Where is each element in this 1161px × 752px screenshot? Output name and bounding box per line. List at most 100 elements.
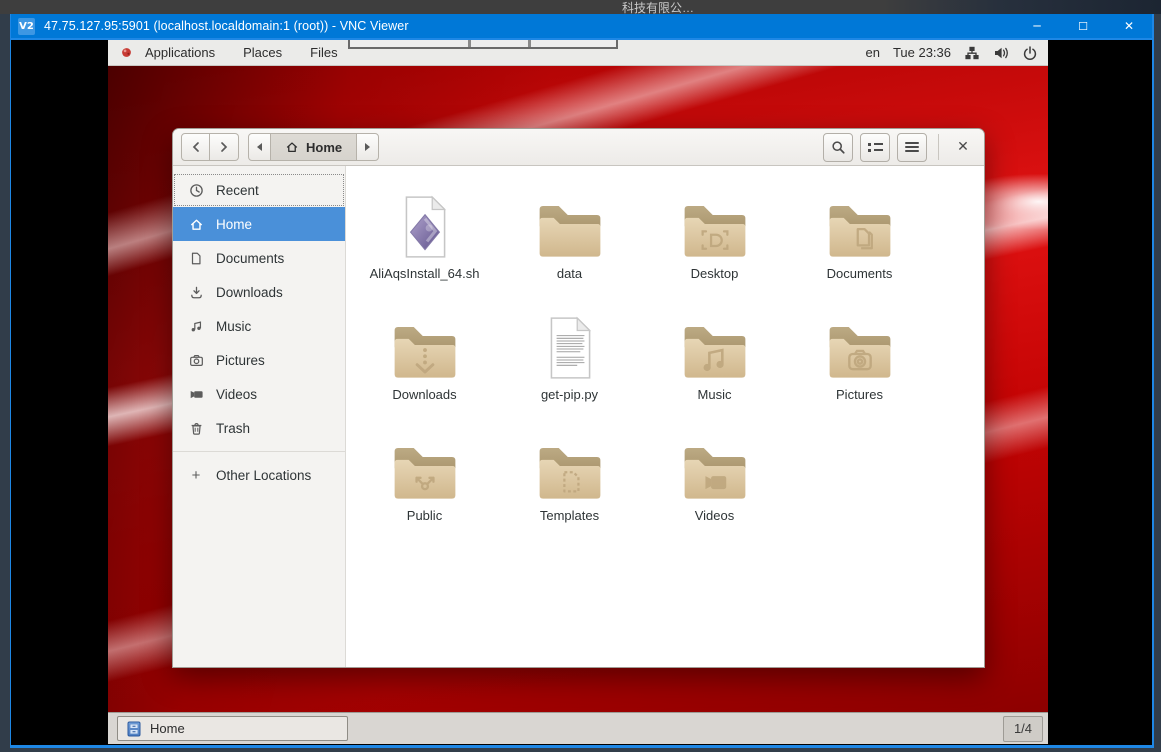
vnc-window-controls: ─ ☐ ✕ [1014, 14, 1152, 38]
sidebar-item-videos[interactable]: Videos [173, 377, 345, 411]
plus-icon: + [188, 467, 204, 483]
location-button-home[interactable]: Home [271, 133, 356, 161]
file-name: get-pip.py [541, 387, 598, 402]
desktop-wallpaper: Home [108, 66, 1048, 712]
maximize-button[interactable]: ☐ [1060, 14, 1106, 38]
triangle-right-icon [365, 143, 370, 151]
sidebar-item-recent[interactable]: Recent [173, 173, 345, 207]
history-nav [181, 133, 239, 161]
folder-documents-icon [824, 188, 896, 260]
back-button[interactable] [181, 133, 210, 161]
file-item-folder-templates[interactable]: Templates [497, 430, 642, 551]
file-item-folder-music[interactable]: Music [642, 309, 787, 430]
input-language-indicator[interactable]: en [865, 45, 879, 60]
file-item-shell-script[interactable]: AliAqsInstall_64.sh [352, 188, 497, 309]
minimize-button[interactable]: ─ [1014, 14, 1060, 38]
sidebar-item-label: Videos [216, 387, 257, 402]
hamburger-icon [905, 142, 919, 152]
remote-screen: Applications Places Files en Tue 23:36 [108, 40, 1048, 745]
folder-templates-icon [534, 430, 606, 502]
folder-downloads-icon [389, 309, 461, 381]
file-name: Music [698, 387, 732, 402]
video-icon [188, 386, 204, 402]
shell-script-icon [398, 188, 452, 260]
document-icon [188, 250, 204, 266]
folder-icon [534, 188, 606, 260]
volume-icon[interactable] [993, 45, 1009, 61]
file-item-folder[interactable]: data [497, 188, 642, 309]
folder-music-icon [679, 309, 751, 381]
path-scroll-left-button[interactable] [248, 133, 271, 161]
sidebar-item-pictures[interactable]: Pictures [173, 343, 345, 377]
folder-pictures-icon [824, 309, 896, 381]
background-window-titlebar: 科技有限公… [0, 0, 1161, 14]
window-list-taskbar: Home 1/4 [108, 712, 1048, 744]
sidebar-item-label: Documents [216, 251, 284, 266]
sidebar-item-label: Home [216, 217, 252, 232]
search-button[interactable] [823, 133, 853, 162]
trash-icon [188, 420, 204, 436]
file-item-folder-desktop[interactable]: Desktop [642, 188, 787, 309]
vnc-client-area: Applications Places Files en Tue 23:36 [11, 38, 1152, 745]
sidebar-item-label: Trash [216, 421, 250, 436]
view-toggle-button[interactable] [860, 133, 890, 162]
taskbar-button-label: Home [150, 721, 185, 736]
folder-videos-icon [679, 430, 751, 502]
files-grid: AliAqsInstall_64.sh data [346, 166, 984, 551]
sidebar-separator [173, 451, 345, 452]
sidebar-item-downloads[interactable]: Downloads [173, 275, 345, 309]
file-item-text-file[interactable]: get-pip.py [497, 309, 642, 430]
file-item-folder-videos[interactable]: Videos [642, 430, 787, 551]
workspace-switcher[interactable]: 1/4 [1003, 716, 1043, 742]
file-name: Pictures [836, 387, 883, 402]
file-view: AliAqsInstall_64.sh data [346, 166, 984, 667]
topbar-menus: Applications Places Files [108, 40, 352, 66]
vnc-viewer-window: V2 47.75.127.95:5901 (localhost.localdom… [10, 14, 1154, 748]
sidebar-item-music[interactable]: Music [173, 309, 345, 343]
file-item-folder-pictures[interactable]: Pictures [787, 309, 932, 430]
window-close-button[interactable]: ✕ [950, 134, 976, 160]
recent-icon [188, 182, 204, 198]
sidebar-item-label: Music [216, 319, 251, 334]
file-item-folder-public[interactable]: Public [352, 430, 497, 551]
file-name: Desktop [691, 266, 739, 281]
menu-button[interactable] [897, 133, 927, 162]
power-icon[interactable] [1022, 45, 1038, 61]
taskbar-window-button-home[interactable]: Home [117, 716, 348, 741]
clock[interactable]: Tue 23:36 [893, 45, 951, 60]
chevron-right-icon [219, 141, 229, 153]
path-bar: Home [248, 133, 379, 161]
folder-desktop-icon [679, 188, 751, 260]
background-window-title: 科技有限公… [622, 0, 694, 14]
file-item-folder-documents[interactable]: Documents [787, 188, 932, 309]
vnc-collapsed-toolbar[interactable] [348, 40, 618, 49]
network-icon[interactable] [964, 45, 980, 61]
places-sidebar: Recent Home [173, 166, 346, 667]
music-icon [188, 318, 204, 334]
menu-places[interactable]: Places [229, 40, 296, 66]
file-name: Downloads [392, 387, 456, 402]
vnc-window-title: 47.75.127.95:5901 (localhost.localdomain… [44, 19, 409, 33]
sidebar-item-other-locations[interactable]: + Other Locations [173, 458, 345, 492]
chevron-left-icon [191, 141, 201, 153]
file-manager-toolbar: Home [173, 129, 984, 166]
path-scroll-right-button[interactable] [356, 133, 379, 161]
file-manager-app-icon [126, 721, 142, 737]
file-item-folder-downloads[interactable]: Downloads [352, 309, 497, 430]
sidebar-item-documents[interactable]: Documents [173, 241, 345, 275]
sidebar-item-trash[interactable]: Trash [173, 411, 345, 445]
close-button[interactable]: ✕ [1106, 14, 1152, 38]
camera-icon [188, 352, 204, 368]
file-manager-body: Recent Home [173, 166, 984, 667]
file-name: Videos [695, 508, 735, 523]
triangle-left-icon [257, 143, 262, 151]
vnc-logo-icon: V2 [18, 18, 35, 35]
sidebar-item-label: Other Locations [216, 468, 311, 483]
sidebar-item-label: Recent [216, 183, 259, 198]
sidebar-item-home[interactable]: Home [173, 207, 345, 241]
menu-files[interactable]: Files [296, 40, 351, 66]
forward-button[interactable] [210, 133, 239, 161]
toolbar-actions: ✕ [823, 133, 976, 162]
menu-applications[interactable]: Applications [131, 40, 229, 66]
text-file-icon [543, 309, 597, 381]
